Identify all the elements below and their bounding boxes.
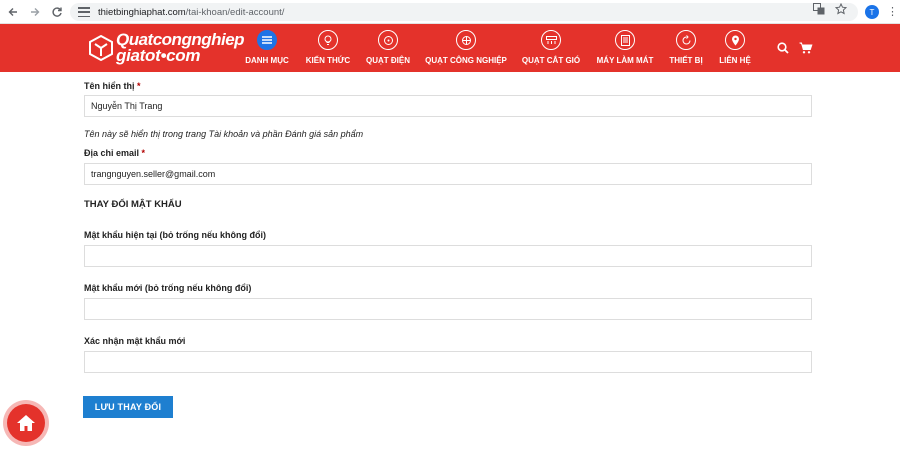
back-icon[interactable] <box>4 3 22 21</box>
translate-icon[interactable] <box>813 3 825 18</box>
email-label: Địa chỉ email * <box>84 148 146 158</box>
lightbulb-icon <box>318 30 338 50</box>
logo-text: Quatcongnghiep giatot•com <box>116 29 245 65</box>
reload-icon[interactable] <box>48 3 66 21</box>
email-field[interactable]: trangnguyen.seller@gmail.com <box>84 163 812 185</box>
cooler-icon <box>615 30 635 50</box>
nav-may-lam-mat[interactable]: MÁY LÀM MÁT <box>596 24 654 72</box>
nav-kien-thuc[interactable]: KIẾN THỨC <box>305 24 351 72</box>
confirm-password-field[interactable] <box>84 351 812 373</box>
nav-label: THIẾT BỊ <box>669 56 703 65</box>
nav-quat-dien[interactable]: QUẠT ĐIỆN <box>364 24 412 72</box>
browser-toolbar: thietbinghiaphat.com/tai-khoan/edit-acco… <box>0 0 900 24</box>
device-icon <box>676 30 696 50</box>
site-header: Quatcongnghiep giatot•com DANH MỤC KIẾN … <box>0 24 900 72</box>
cart-icon[interactable] <box>799 41 813 59</box>
address-bar[interactable]: thietbinghiaphat.com/tai-khoan/edit-acco… <box>70 3 858 21</box>
fan-icon <box>378 30 398 50</box>
nav-thiet-bi[interactable]: THIẾT BỊ <box>668 24 704 72</box>
menu-icon <box>257 30 277 50</box>
nav-label: QUẠT CÔNG NGHIỆP <box>425 56 507 65</box>
current-password-field[interactable] <box>84 245 812 267</box>
nav-label: MÁY LÀM MÁT <box>596 56 654 65</box>
nav-label: LIÊN HỆ <box>719 56 751 65</box>
new-password-label: Mật khẩu mới (bỏ trống nếu không đổi) <box>84 283 252 293</box>
search-icon[interactable] <box>777 41 789 59</box>
menu-dots-icon[interactable]: ⋮ <box>887 5 898 19</box>
site-logo[interactable]: Quatcongnghiep giatot•com <box>88 29 245 66</box>
display-name-field[interactable]: Nguyễn Thị Trang <box>84 95 812 117</box>
confirm-password-label: Xác nhận mật khẩu mới <box>84 336 186 346</box>
air-curtain-icon <box>541 30 561 50</box>
home-icon <box>17 415 35 431</box>
forward-icon[interactable] <box>26 3 44 21</box>
url-text: thietbinghiaphat.com/tai-khoan/edit-acco… <box>98 6 285 18</box>
display-name-hint: Tên này sẽ hiển thị trong trang Tài khoả… <box>84 129 364 139</box>
tune-icon[interactable] <box>78 7 90 17</box>
nav-label: KIẾN THỨC <box>305 56 351 65</box>
current-password-label: Mật khẩu hiện tại (bỏ trống nếu không đổ… <box>84 230 266 240</box>
display-name-label: Tên hiển thị * <box>84 81 141 91</box>
home-button[interactable] <box>7 404 45 442</box>
nav-label: QUẠT ĐIỆN <box>366 56 410 65</box>
logo-icon <box>88 34 114 62</box>
industrial-fan-icon <box>456 30 476 50</box>
nav-danh-muc[interactable]: DANH MỤC <box>244 24 290 72</box>
password-section-title: THAY ĐỔI MẬT KHẨU <box>84 199 182 210</box>
profile-icon[interactable]: T <box>865 5 879 19</box>
nav-label: DANH MỤC <box>245 56 289 65</box>
location-icon <box>725 30 745 50</box>
nav-lien-he[interactable]: LIÊN HỆ <box>716 24 754 72</box>
nav-quat-cong-nghiep[interactable]: QUẠT CÔNG NGHIỆP <box>425 24 507 72</box>
edit-account-form: Tên hiển thị * Nguyễn Thị Trang Tên này … <box>0 72 900 450</box>
nav-quat-cat-gio[interactable]: QUẠT CẮT GIÓ <box>522 24 580 72</box>
star-icon[interactable] <box>834 2 848 18</box>
save-button[interactable]: LƯU THAY ĐỔI <box>83 396 173 418</box>
nav-label: QUẠT CẮT GIÓ <box>521 56 581 65</box>
new-password-field[interactable] <box>84 298 812 320</box>
